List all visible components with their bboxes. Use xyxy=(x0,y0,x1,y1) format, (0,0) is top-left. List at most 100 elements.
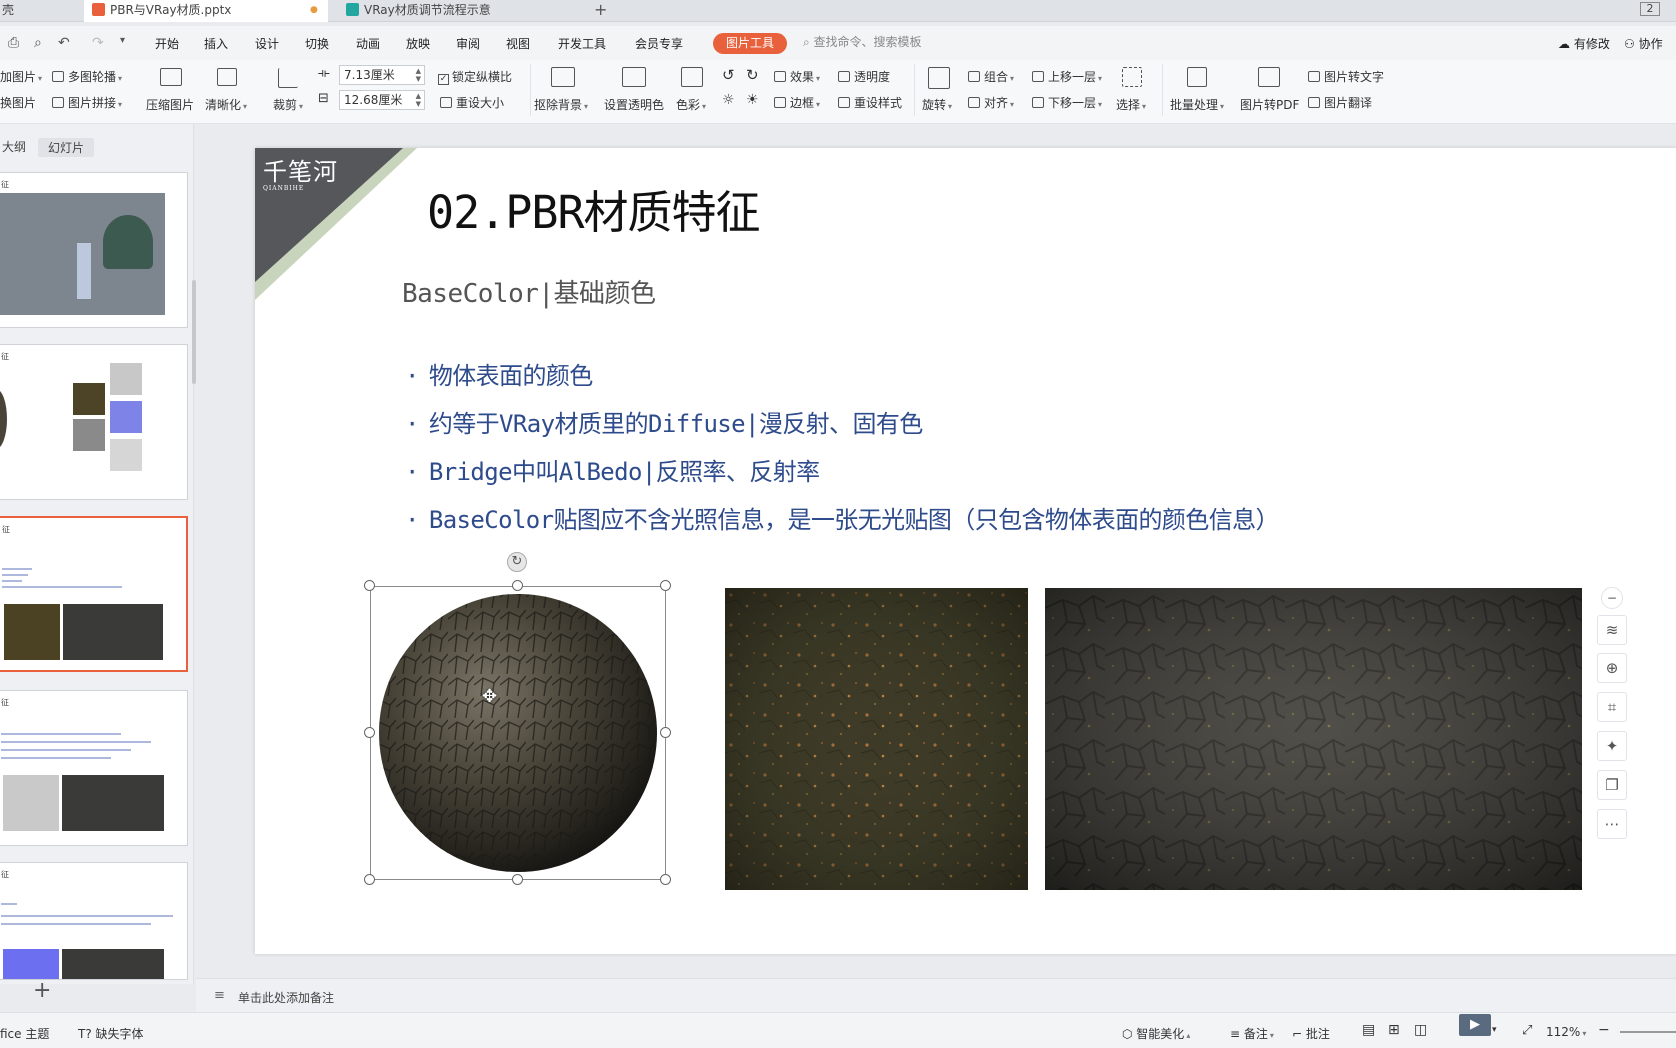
tab-outline[interactable]: 大纲 xyxy=(2,138,26,155)
add-slide-button[interactable]: + xyxy=(33,978,51,1003)
compress-button[interactable]: 压缩图片 xyxy=(146,96,194,113)
print-icon[interactable]: ⎙ xyxy=(8,35,19,51)
resize-handle[interactable] xyxy=(660,727,671,738)
more-icon[interactable]: ⋯ xyxy=(1597,809,1627,839)
sharpen-button[interactable]: 清晰化 ▾ xyxy=(205,96,247,113)
undo-icon[interactable]: ↶ xyxy=(58,35,70,51)
picture-stitch-button[interactable]: 图片拼接 ▾ xyxy=(52,94,122,111)
tab-picture-tools[interactable]: 图片工具 xyxy=(713,33,787,54)
effects-button[interactable]: 效果 ▾ xyxy=(774,68,820,85)
tab-slides[interactable]: 幻灯片 xyxy=(38,138,95,157)
zoom-level[interactable]: 112% ▾ xyxy=(1546,1025,1586,1039)
rotate-left-icon[interactable]: ↺ xyxy=(722,66,735,84)
tab-pptx[interactable]: PBR与VRay材质.pptx ● xyxy=(84,0,328,22)
resize-handle[interactable] xyxy=(660,580,671,591)
stone-render-image[interactable] xyxy=(1045,588,1582,890)
menu-view[interactable]: 视图 xyxy=(506,35,530,52)
resize-handle[interactable] xyxy=(512,580,523,591)
zoom-icon[interactable]: ⊕ xyxy=(1597,653,1627,683)
to-pdf-button[interactable]: 图片转PDF xyxy=(1240,96,1299,113)
rotate-right-icon[interactable]: ↻ xyxy=(746,66,759,84)
align-button[interactable]: 对齐 ▾ xyxy=(968,94,1014,111)
basecolor-texture-image[interactable] xyxy=(725,588,1028,890)
insert-picture-button[interactable]: 加图片 ▾ xyxy=(0,68,42,85)
resize-handle[interactable] xyxy=(512,874,523,885)
bring-forward-button[interactable]: 上移一层 ▾ xyxy=(1032,68,1102,85)
bullet-item[interactable]: · 物体表面的颜色 xyxy=(405,356,593,391)
slide-thumbnail[interactable]: 征 xyxy=(0,172,188,328)
layers-icon[interactable]: ≋ xyxy=(1597,615,1627,645)
minus-circle-icon[interactable]: − xyxy=(1601,587,1623,609)
print-preview-icon[interactable]: ⌕ xyxy=(34,35,42,51)
menu-home[interactable]: 开始 xyxy=(155,35,179,52)
fit-window-icon[interactable]: ⤢ xyxy=(1522,1023,1532,1038)
menu-animation[interactable]: 动画 xyxy=(356,35,380,52)
color-button[interactable]: 色彩 ▾ xyxy=(676,96,706,113)
rotate-handle-icon[interactable]: ↻ xyxy=(507,552,527,572)
bulb-icon[interactable]: ✦ xyxy=(1597,731,1627,761)
batch-button[interactable]: 批量处理 ▾ xyxy=(1170,96,1224,113)
select-button[interactable]: 选择 ▾ xyxy=(1116,96,1146,113)
crop-tool-icon[interactable]: ⌗ xyxy=(1597,692,1627,722)
resize-handle[interactable] xyxy=(660,874,671,885)
menu-design[interactable]: 设计 xyxy=(255,35,279,52)
reset-style-button[interactable]: 重设样式 xyxy=(838,94,902,111)
tab-prev[interactable]: 壳 xyxy=(0,0,78,22)
spinner-icon[interactable]: ▲ ▼ xyxy=(416,67,421,83)
slide-subtitle[interactable]: BaseColor|基础颜色 xyxy=(402,273,656,310)
theme-label[interactable]: fice 主题 xyxy=(0,1025,49,1042)
selected-sphere-image[interactable]: ↻ ✥ xyxy=(364,552,671,885)
notes-toggle-button[interactable]: ≡ 备注 ▾ xyxy=(1230,1025,1274,1042)
beautify-button[interactable]: ⬡ 智能美化 ▴ xyxy=(1122,1025,1190,1042)
translate-button[interactable]: 图片翻译 xyxy=(1308,94,1372,111)
window-count-badge[interactable]: 2 xyxy=(1640,2,1660,16)
reading-view-icon[interactable]: ◫ xyxy=(1414,1022,1427,1038)
send-backward-button[interactable]: 下移一层 ▾ xyxy=(1032,94,1102,111)
bullet-item[interactable]: · 约等于VRay材质里的Diffuse|漫反射、固有色 xyxy=(405,404,923,439)
bullet-item[interactable]: · BaseColor贴图应不含光照信息，是一张无光贴图（只包含物体表面的颜色信息… xyxy=(405,500,1280,535)
sorter-view-icon[interactable]: ⊞ xyxy=(1388,1022,1400,1038)
collaborate-button[interactable]: ⚇ 协作 xyxy=(1624,35,1663,52)
zoom-out-icon[interactable]: − xyxy=(1598,1022,1610,1038)
set-transparent-button[interactable]: 设置透明色 xyxy=(604,96,664,113)
slide-thumbnail[interactable]: 征 xyxy=(0,344,188,500)
slide-thumbnail-selected[interactable]: 征 xyxy=(0,516,188,672)
menu-developer[interactable]: 开发工具 xyxy=(558,35,606,52)
bullet-item[interactable]: · Bridge中叫AlBedo|反照率、反射率 xyxy=(405,452,820,487)
tab-flowchart[interactable]: VRay材质调节流程示意 xyxy=(336,0,582,22)
notes-pane[interactable]: ≡ 单击此处添加备注 xyxy=(196,978,1676,1012)
slide-thumbnail[interactable]: 征 xyxy=(0,862,188,980)
menu-member[interactable]: 会员专享 xyxy=(635,35,683,52)
new-tab-button[interactable]: + xyxy=(594,0,616,22)
slide-title[interactable]: 02.PBR材质特征 xyxy=(427,176,761,241)
transparency-button[interactable]: 透明度 xyxy=(838,68,890,85)
resize-handle[interactable] xyxy=(364,580,375,591)
lock-ratio-checkbox[interactable]: ✓ 锁定纵横比 xyxy=(438,68,512,85)
width-input[interactable]: 7.13厘米 ▲ ▼ xyxy=(339,65,425,85)
resize-handle[interactable] xyxy=(364,874,375,885)
remove-bg-button[interactable]: 抠除背景 ▾ xyxy=(534,96,588,113)
slide-thumbnail[interactable]: 征 xyxy=(0,690,188,846)
play-slideshow-button[interactable]: ▶ xyxy=(1459,1014,1491,1036)
command-search[interactable]: ⌕ 查找命令、搜索模板 xyxy=(803,33,922,50)
replace-picture-button[interactable]: 换图片 xyxy=(0,94,36,111)
quick-access-dropdown-icon[interactable]: ▾ xyxy=(120,35,125,46)
to-text-button[interactable]: 图片转文字 xyxy=(1308,68,1384,85)
has-changes-button[interactable]: ☁ 有修改 xyxy=(1558,35,1610,52)
slide[interactable]: 千笔河 QIANBIHE 02.PBR材质特征 BaseColor|基础颜色 ·… xyxy=(255,148,1676,954)
missing-font-button[interactable]: T? 缺失字体 xyxy=(78,1025,144,1042)
normal-view-icon[interactable]: ▤ xyxy=(1362,1022,1375,1038)
redo-icon[interactable]: ↷ xyxy=(92,35,104,51)
play-dropdown-icon[interactable]: ▾ xyxy=(1492,1025,1497,1035)
menu-slideshow[interactable]: 放映 xyxy=(406,35,430,52)
menu-insert[interactable]: 插入 xyxy=(204,35,228,52)
border-button[interactable]: 边框 ▾ xyxy=(774,94,820,111)
zoom-slider[interactable] xyxy=(1620,1031,1676,1033)
group-button[interactable]: 组合 ▾ xyxy=(968,68,1014,85)
multi-outline-button[interactable]: 多图轮播 ▾ xyxy=(52,68,122,85)
spinner-icon[interactable]: ▲ ▼ xyxy=(416,92,421,108)
menu-review[interactable]: 审阅 xyxy=(456,35,480,52)
reset-size-button[interactable]: 重设大小 xyxy=(440,94,504,111)
rotate-button[interactable]: 旋转 ▾ xyxy=(922,96,952,113)
crop-button[interactable]: 裁剪 ▾ xyxy=(273,96,303,113)
